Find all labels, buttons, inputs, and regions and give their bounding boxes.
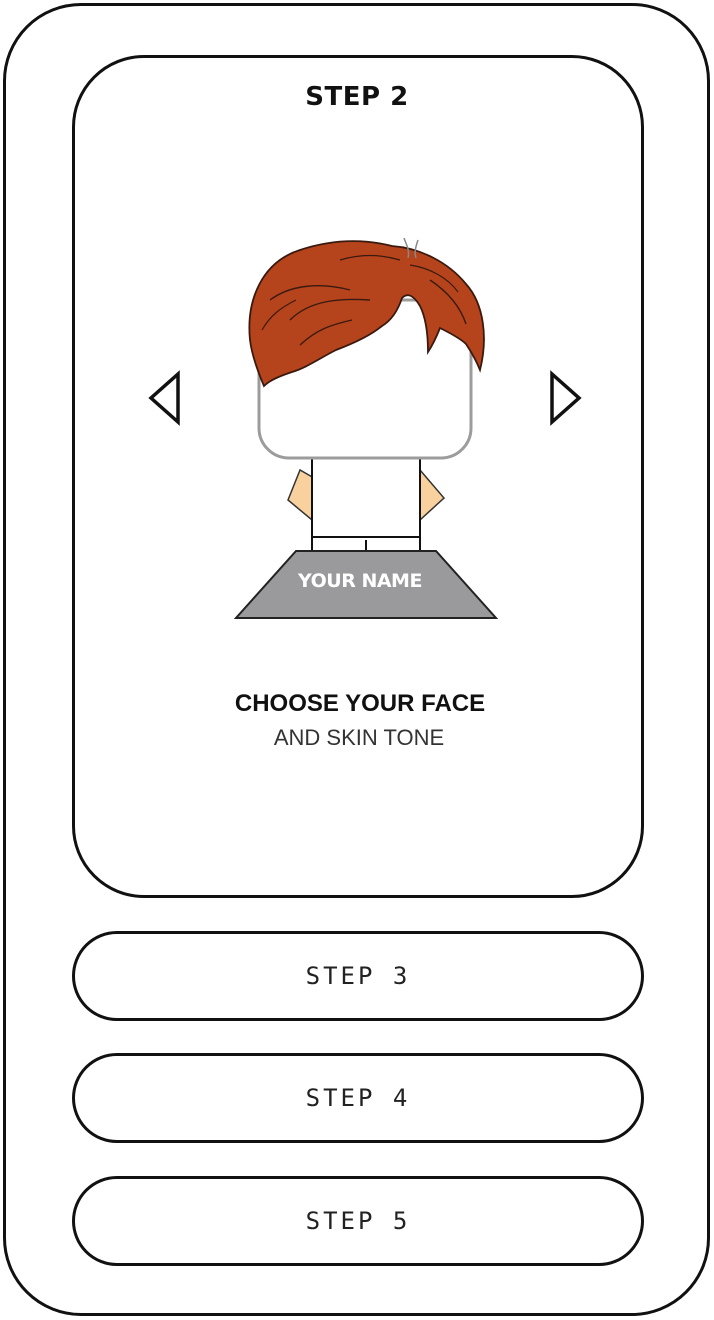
- step-4-button[interactable]: STEP 4: [72, 1053, 644, 1143]
- choose-face-heading: CHOOSE YOUR FACE: [234, 690, 486, 717]
- avatar-body: [311, 454, 421, 538]
- choose-face-subheading: AND SKIN TONE: [273, 725, 445, 750]
- step-2-title: STEP 2: [305, 82, 409, 112]
- step-5-button[interactable]: STEP 5: [72, 1176, 644, 1266]
- previous-arrow-icon[interactable]: [145, 370, 185, 426]
- step-4-label: STEP 4: [305, 1084, 411, 1112]
- left-arm: [287, 468, 315, 522]
- name-plate-label: YOUR NAME: [298, 570, 422, 592]
- step-3-label: STEP 3: [305, 962, 411, 990]
- avatar-figure: [233, 237, 499, 619]
- step-5-label: STEP 5: [305, 1207, 411, 1235]
- next-arrow-icon[interactable]: [545, 370, 585, 426]
- step-3-button[interactable]: STEP 3: [72, 931, 644, 1021]
- right-arm: [417, 468, 446, 522]
